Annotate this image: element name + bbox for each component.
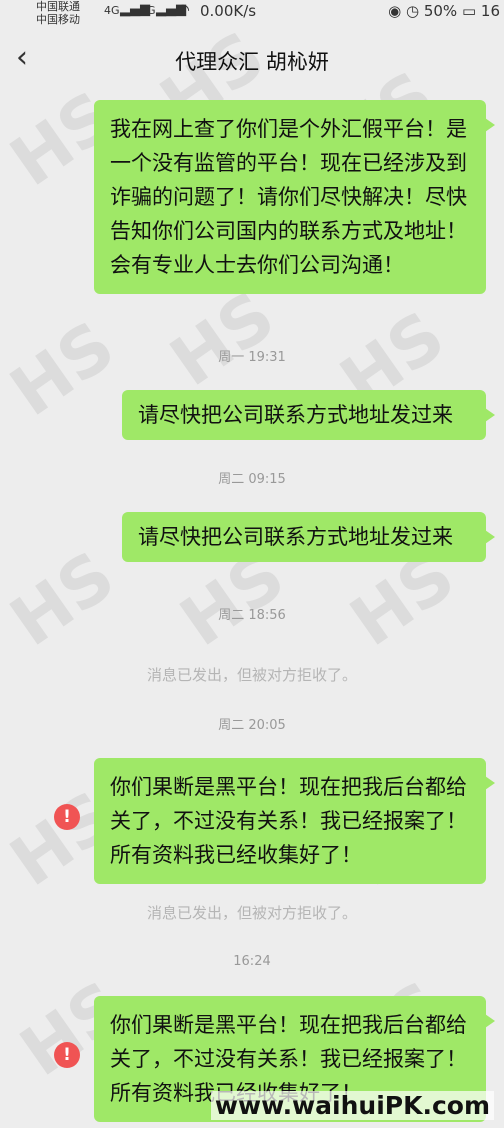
timestamp: 周二 20:05: [218, 718, 286, 733]
eye-icon: ◉: [388, 2, 402, 20]
status-bar: 中国联通 中国移动 4G 4G ▂▄▆ ▂▄▆ ◠ 0.00K/s ◉ ◷ 50…: [0, 0, 504, 28]
status-right: ◉ ◷ 50% ▭ 16: [388, 2, 500, 20]
send-failed-icon[interactable]: !: [54, 1042, 80, 1068]
chat-header: ‹ 代理众汇 胡杺妍: [0, 28, 504, 90]
message-bubble[interactable]: 你们果断是黑平台！现在把我后台都给关了，不过没有关系！我已经报案了！所有资料我已…: [94, 758, 495, 884]
carrier-line-1: 中国联通: [36, 0, 80, 13]
watermark-text: HS: [156, 276, 289, 403]
rejected-notice: 消息已发出，但被对方拒收了。: [146, 904, 357, 922]
timestamp: 周二 09:15: [218, 472, 286, 487]
timestamp: 16:24: [233, 954, 271, 969]
network-speed: 0.00K/s: [200, 2, 257, 20]
battery-percent: 50%: [423, 2, 458, 20]
carrier-label: 中国联通 中国移动: [36, 0, 80, 26]
signal-icon: ▂▄▆: [120, 2, 150, 17]
message-bubble[interactable]: 请尽快把公司联系方式地址发过来: [122, 390, 495, 440]
message-bubble[interactable]: 请尽快把公司联系方式地址发过来: [122, 512, 495, 562]
network-type-1: 4G: [104, 4, 120, 17]
message-bubble[interactable]: 我在网上查了你们是个外汇假平台！是一个没有监管的平台！现在已经涉及到诈骗的问题了…: [94, 100, 495, 294]
wifi-icon: ◠: [176, 0, 190, 19]
watermark-text: HS: [0, 536, 129, 663]
carrier-line-2: 中国移动: [36, 13, 80, 26]
battery-icon: ▭: [461, 2, 477, 20]
send-failed-icon[interactable]: !: [54, 804, 80, 830]
alarm-icon: ◷: [405, 2, 420, 20]
timestamp: 周二 18:56: [218, 608, 286, 623]
site-watermark: www.waihuiPK.com: [210, 1091, 494, 1120]
timestamp: 周一 19:31: [218, 350, 286, 365]
rejected-notice: 消息已发出，但被对方拒收了。: [146, 666, 357, 684]
page-title: 代理众汇 胡杺妍: [175, 50, 329, 74]
watermark-text: HS: [0, 306, 129, 433]
clock: 16: [480, 2, 500, 20]
